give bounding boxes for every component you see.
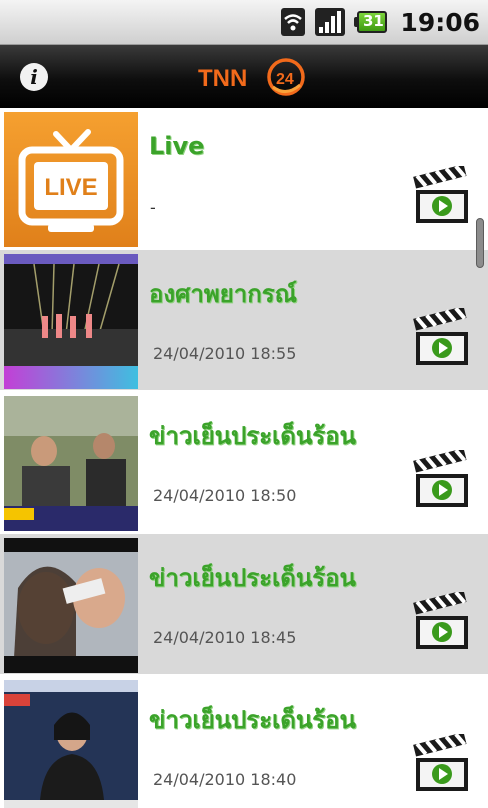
video-list[interactable]: LIVE Live - องศาพยากรณ์ 24/04/2010 18:55…: [0, 108, 488, 808]
info-icon[interactable]: i: [20, 63, 48, 91]
status-bar: 31 19:06: [0, 0, 488, 45]
svg-text:LIVE: LIVE: [44, 174, 97, 201]
clock: 19:06: [400, 7, 480, 37]
signal-icon: [315, 8, 346, 36]
battery-icon: 31: [354, 10, 388, 34]
item-date: 24/04/2010 18:40: [153, 770, 297, 789]
item-title: ข่าวเย็นประเด็นร้อน: [149, 564, 356, 592]
item-title: องศาพยากรณ์: [149, 280, 297, 308]
item-title: ข่าวเย็นประเด็นร้อน: [149, 422, 356, 450]
list-item[interactable]: ข่าวเย็นประเด็นร้อน 24/04/2010 18:40: [0, 676, 488, 808]
app-title-bar: i TNN 24: [0, 45, 488, 108]
stage-performance-thumbnail: [4, 254, 138, 389]
news-anchor-thumbnail: [4, 680, 138, 808]
item-date: 24/04/2010 18:50: [153, 486, 297, 505]
list-item[interactable]: ข่าวเย็นประเด็นร้อน 24/04/2010 18:50: [0, 392, 488, 534]
list-item[interactable]: LIVE Live -: [0, 108, 488, 250]
news-men-thumbnail: [4, 396, 138, 531]
item-title: Live: [149, 132, 205, 160]
play-clapperboard-icon[interactable]: [410, 592, 472, 652]
item-date: 24/04/2010 18:45: [153, 628, 297, 647]
play-clapperboard-icon[interactable]: [410, 166, 472, 226]
play-clapperboard-icon[interactable]: [410, 734, 472, 794]
list-item[interactable]: องศาพยากรณ์ 24/04/2010 18:55: [0, 250, 488, 392]
live-tv-thumbnail: LIVE: [4, 112, 138, 247]
advert-thumbnail: [4, 538, 138, 673]
logo-badge: 24: [276, 71, 294, 88]
list-item[interactable]: ข่าวเย็นประเด็นร้อน 24/04/2010 18:45: [0, 534, 488, 676]
item-date: 24/04/2010 18:55: [153, 344, 297, 363]
battery-level: 31: [362, 12, 384, 30]
play-clapperboard-icon[interactable]: [410, 450, 472, 510]
tnn24-logo: TNN 24: [198, 58, 305, 96]
scrollbar[interactable]: [476, 218, 484, 268]
logo-text: TNN: [198, 65, 247, 92]
wifi-icon: [281, 8, 306, 36]
item-date: -: [150, 198, 156, 217]
status-icons: 31 19:06: [280, 6, 480, 38]
item-title: ข่าวเย็นประเด็นร้อน: [149, 706, 356, 734]
play-clapperboard-icon[interactable]: [410, 308, 472, 368]
